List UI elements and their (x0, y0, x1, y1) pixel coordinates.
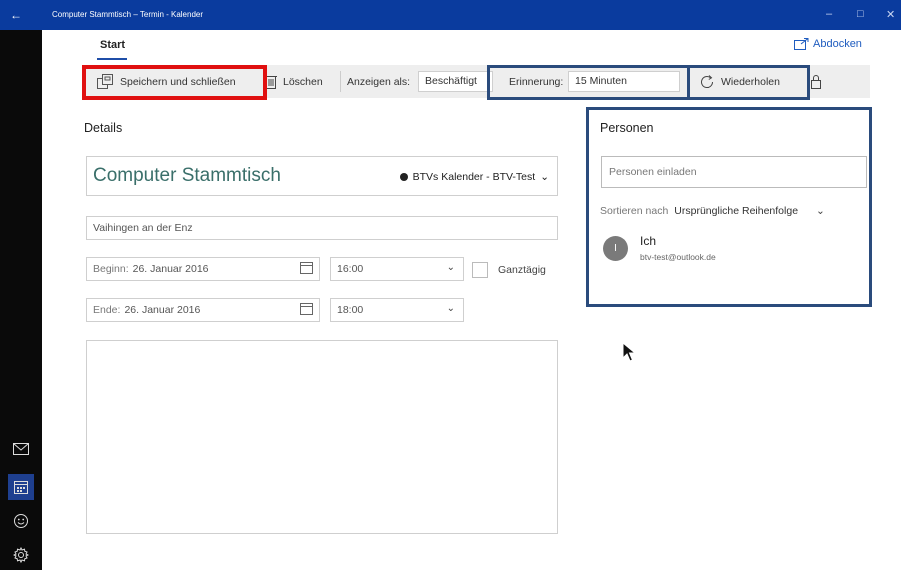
chevron-down-icon: ⌄ (446, 303, 455, 314)
back-arrow-icon[interactable]: ← (10, 8, 22, 22)
settings-gear-icon[interactable] (8, 542, 34, 568)
sort-row: Sortieren nach Ursprüngliche Reihenfolge… (600, 205, 825, 217)
chevron-down-icon: ⌄ (540, 171, 549, 183)
highlight-save-close (82, 65, 267, 100)
close-button[interactable]: ✕ (886, 8, 895, 21)
avatar: I (603, 236, 628, 261)
feedback-smiley-icon[interactable] (8, 508, 34, 534)
end-date-value: 26. Januar 2016 (124, 304, 201, 316)
title-bar: ← Computer Stammtisch – Termin - Kalende… (0, 0, 901, 30)
tab-start[interactable]: Start (100, 39, 125, 51)
chevron-down-icon: ⌄ (446, 262, 455, 273)
location-field[interactable]: Vaihingen an der Enz (86, 216, 558, 240)
calendar-color-dot (399, 173, 408, 181)
calendar-name: BTVs Kalender - BTV-Test (412, 171, 536, 183)
highlight-reminder (487, 65, 690, 100)
tab-start-underline (97, 58, 127, 60)
sort-dropdown[interactable]: Ursprüngliche Reihenfolge (674, 205, 798, 217)
mouse-cursor-icon (622, 342, 636, 362)
start-time-field[interactable]: 16:00 ⌄ (330, 257, 464, 281)
highlight-repeat (687, 65, 810, 100)
show-as-label: Anzeigen als: (347, 75, 411, 88)
event-editor: Start Abdocken Speichern und schließen L… (42, 30, 901, 570)
start-label: Beginn: (93, 263, 129, 275)
details-heading: Details (84, 121, 123, 135)
maximize-button[interactable]: □ (857, 8, 864, 20)
start-date-field[interactable]: Beginn: 26. Januar 2016 (86, 257, 320, 281)
start-time-value: 16:00 (337, 263, 364, 275)
location-value: Vaihingen an der Enz (93, 222, 193, 234)
minimize-button[interactable]: – (826, 8, 832, 20)
delete-button[interactable]: Löschen (265, 65, 323, 98)
show-as-dropdown[interactable]: Beschäftigt (418, 71, 493, 92)
calendar-icon[interactable] (8, 474, 34, 500)
people-heading: Personen (600, 121, 654, 135)
end-date-field[interactable]: Ende: 26. Januar 2016 (86, 298, 320, 322)
window-title: Computer Stammtisch – Termin - Kalender (52, 10, 204, 19)
notes-textarea[interactable] (86, 340, 558, 534)
detach-icon (794, 38, 809, 50)
subject-text: Computer Stammtisch (93, 165, 281, 186)
attendee-email: btv-test@outlook.de (640, 252, 716, 262)
lock-icon (811, 75, 821, 89)
detach-button[interactable]: Abdocken (794, 38, 862, 50)
calendar-selector[interactable]: BTVs Kalender - BTV-Test ⌄ (399, 171, 549, 183)
chevron-down-icon[interactable]: ⌄ (816, 205, 825, 217)
sort-label: Sortieren nach (600, 205, 669, 217)
all-day-label: Ganztägig (498, 264, 546, 276)
app-rail (0, 30, 42, 570)
mail-icon[interactable] (8, 436, 34, 462)
all-day-checkbox[interactable] (472, 262, 488, 278)
end-label: Ende: (93, 304, 121, 316)
end-time-value: 18:00 (337, 304, 364, 316)
delete-label: Löschen (283, 75, 323, 88)
invite-people-input[interactable]: Personen einladen (601, 156, 867, 188)
toolbar-divider (340, 71, 341, 92)
calendar-picker-icon[interactable] (300, 262, 313, 274)
detach-label: Abdocken (813, 38, 862, 50)
subject-field[interactable]: Computer Stammtisch BTVs Kalender - BTV-… (86, 156, 558, 196)
start-date-value: 26. Januar 2016 (132, 263, 209, 275)
attendee-name[interactable]: Ich (640, 234, 656, 248)
calendar-picker-icon[interactable] (300, 303, 313, 315)
end-time-field[interactable]: 18:00 ⌄ (330, 298, 464, 322)
private-lock-button[interactable] (810, 65, 822, 98)
